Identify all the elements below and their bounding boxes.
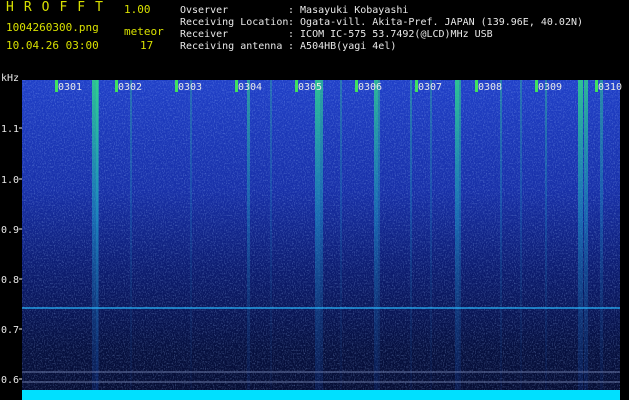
y-tick-label: 0.7 bbox=[1, 325, 19, 336]
meteor-echo-band bbox=[578, 80, 583, 390]
y-unit-label: kHz bbox=[1, 73, 19, 84]
time-tick-label: 0310 bbox=[598, 82, 622, 93]
meteor-echo-band bbox=[96, 80, 99, 390]
y-tick-label: 0.8 bbox=[1, 275, 19, 286]
meteor-echo-band bbox=[320, 80, 323, 390]
meteor-echo-band bbox=[600, 80, 603, 390]
meteor-echo-band bbox=[500, 80, 502, 390]
time-tick-mark bbox=[55, 80, 58, 92]
time-tick-mark bbox=[535, 80, 538, 92]
meteor-echo-band bbox=[374, 80, 378, 390]
meteor-echo-band bbox=[410, 80, 412, 390]
meteor-echo-band bbox=[190, 80, 192, 390]
time-tick-label: 0304 bbox=[238, 82, 262, 93]
y-tick-label: 1.1 bbox=[1, 124, 19, 135]
y-tick-label: 0.6 bbox=[1, 375, 19, 386]
time-tick-label: 0306 bbox=[358, 82, 382, 93]
time-tick-label: 0305 bbox=[298, 82, 322, 93]
meteor-echo-band bbox=[340, 80, 342, 390]
meteor-echo-band bbox=[315, 80, 320, 390]
time-tick-label: 0309 bbox=[538, 82, 562, 93]
time-tick-mark bbox=[475, 80, 478, 92]
signal-baseline bbox=[22, 390, 620, 400]
time-tick-mark bbox=[595, 80, 598, 92]
time-tick-label: 0302 bbox=[118, 82, 142, 93]
spectrogram: kHz 1.1 1.0 0.9 0.8 0.7 0.6 0301 0302 0303 0304 0… bbox=[1, 73, 622, 400]
meteor-echo-band bbox=[520, 80, 522, 390]
meteor-echo-band bbox=[130, 80, 132, 390]
time-tick-label: 0303 bbox=[178, 82, 202, 93]
meteor-echo-band bbox=[270, 80, 272, 390]
meteor-echo-band bbox=[455, 80, 459, 390]
time-tick-mark bbox=[235, 80, 238, 92]
meteor-echo-band bbox=[247, 80, 250, 390]
time-tick-mark bbox=[115, 80, 118, 92]
time-tick-mark bbox=[415, 80, 418, 92]
time-tick-mark bbox=[175, 80, 178, 92]
time-tick-label: 0307 bbox=[418, 82, 442, 93]
y-tick-label: 1.0 bbox=[1, 175, 19, 186]
time-tick-label: 0308 bbox=[478, 82, 502, 93]
meteor-echo-band bbox=[459, 80, 461, 390]
meteor-echo-band bbox=[430, 80, 432, 390]
meteor-echo-band bbox=[545, 80, 547, 390]
time-tick-label: 0301 bbox=[58, 82, 82, 93]
meteor-echo-band bbox=[584, 80, 588, 390]
y-tick-label: 0.9 bbox=[1, 225, 19, 236]
meteor-echo-band bbox=[378, 80, 380, 390]
time-tick-mark bbox=[355, 80, 358, 92]
time-tick-mark bbox=[295, 80, 298, 92]
